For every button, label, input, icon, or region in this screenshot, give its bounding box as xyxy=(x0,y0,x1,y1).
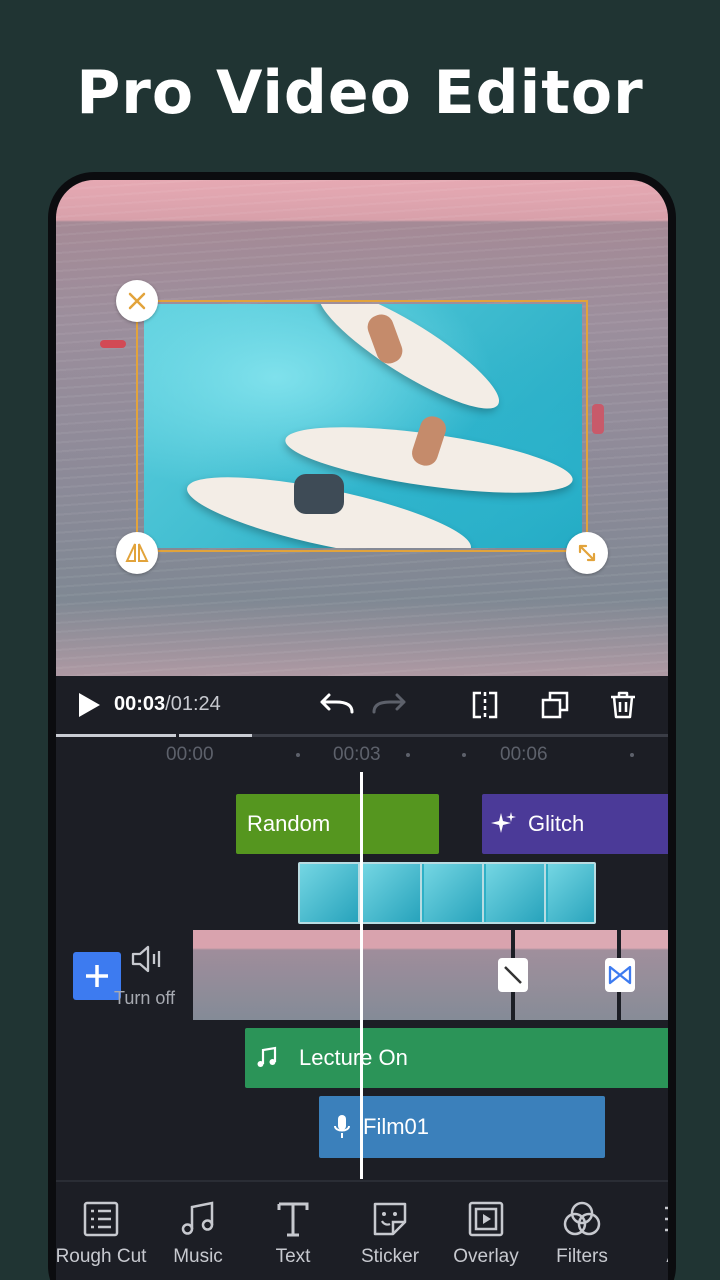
tool-music[interactable]: Music xyxy=(150,1200,246,1268)
tool-rough-cut[interactable]: Rough Cut xyxy=(56,1200,149,1268)
filters-icon xyxy=(563,1201,601,1236)
speaker-icon[interactable] xyxy=(130,944,164,974)
playhead[interactable] xyxy=(360,772,363,1179)
tool-label: Text xyxy=(275,1246,311,1267)
music-track-clip[interactable]: Lecture On xyxy=(245,1028,668,1088)
progress-divider xyxy=(176,734,179,737)
play-icon[interactable] xyxy=(74,690,104,720)
audio-turn-off-label[interactable]: Turn off xyxy=(114,988,175,1009)
progress-fill xyxy=(56,734,252,737)
transition-slash-icon[interactable] xyxy=(498,958,528,992)
ruler-dot xyxy=(462,753,466,757)
duplicate-icon[interactable] xyxy=(540,690,570,720)
tool-label: Overlay xyxy=(453,1246,519,1267)
tool-sticker[interactable]: Sticker xyxy=(342,1200,438,1268)
timeline-ruler: 00:00 00:03 00:06 xyxy=(56,740,668,770)
tool-label: Sticker xyxy=(360,1246,420,1267)
bottom-toolbar: Rough Cut Music Text Sticker Overlay Fil… xyxy=(56,1180,668,1280)
overlay-selection-frame xyxy=(136,300,588,552)
ruler-label: 00:03 xyxy=(333,744,381,765)
tool-label: Filters xyxy=(556,1246,608,1267)
mirror-icon[interactable] xyxy=(116,532,158,574)
tool-adjust[interactable]: Ad xyxy=(630,1200,668,1268)
effect-clip-label: Random xyxy=(247,811,331,836)
split-icon[interactable] xyxy=(470,690,500,720)
overlay-thumbnail xyxy=(548,864,594,922)
current-time: 00:03 xyxy=(114,693,166,715)
editor-screen: 00:03/01:24 00:00 00:03 00:06 Random Gli… xyxy=(56,180,668,1280)
adjust-icon xyxy=(665,1206,668,1232)
ruler-label: 00:06 xyxy=(500,744,548,765)
total-time: /01:24 xyxy=(165,693,221,715)
tool-overlay[interactable]: Overlay xyxy=(438,1200,534,1268)
music-note-icon xyxy=(257,1046,277,1067)
overlay-thumbnail xyxy=(362,864,422,922)
tool-filters[interactable]: Filters xyxy=(534,1200,630,1268)
main-video-track[interactable] xyxy=(193,930,668,1020)
undo-icon[interactable] xyxy=(316,690,356,720)
background-person xyxy=(592,404,604,434)
redo-icon[interactable] xyxy=(370,690,410,720)
background-swimmer xyxy=(100,340,126,348)
tool-text[interactable]: Text xyxy=(245,1200,341,1268)
ruler-dot xyxy=(630,753,634,757)
music-track-label: Lecture On xyxy=(299,1045,408,1070)
close-icon[interactable] xyxy=(116,280,158,322)
effect-clip-random[interactable]: Random xyxy=(236,794,439,854)
delete-icon[interactable] xyxy=(608,690,638,720)
ruler-dot xyxy=(406,753,410,757)
video-thumbnail xyxy=(373,930,463,1020)
voice-track-label: Film01 xyxy=(363,1114,430,1139)
video-thumbnail xyxy=(193,930,283,1020)
ruler-dot xyxy=(296,753,300,757)
music-icon xyxy=(181,1201,214,1235)
tool-label: Rough Cut xyxy=(56,1246,147,1267)
transition-bowtie-icon[interactable] xyxy=(605,958,635,992)
text-icon xyxy=(277,1202,309,1237)
rough-cut-icon xyxy=(83,1201,119,1237)
overlay-thumbnail xyxy=(486,864,546,922)
effect-clip-glitch[interactable]: Glitch xyxy=(482,794,668,854)
tool-label: Ad xyxy=(630,1246,668,1268)
headline: Pro Video Editor xyxy=(76,58,644,128)
video-preview[interactable] xyxy=(56,180,668,676)
effect-clip-label: Glitch xyxy=(528,811,585,836)
sticker-icon xyxy=(373,1202,407,1236)
overlay-thumbnail xyxy=(300,864,360,922)
plus-icon xyxy=(86,965,108,987)
microphone-icon xyxy=(334,1115,350,1138)
overlay-track-clip[interactable] xyxy=(298,862,596,924)
playback-controls: 00:03/01:24 xyxy=(56,676,668,734)
video-thumbnail xyxy=(515,930,617,1020)
resize-icon[interactable] xyxy=(566,532,608,574)
tool-label: Music xyxy=(173,1246,223,1267)
time-display: 00:03/01:24 xyxy=(114,693,221,716)
sparkle-icon xyxy=(491,812,516,833)
playback-progress[interactable] xyxy=(56,734,668,737)
ruler-label: 00:00 xyxy=(166,744,214,765)
overlay-icon xyxy=(468,1201,504,1237)
overlay-thumbnail xyxy=(424,864,484,922)
